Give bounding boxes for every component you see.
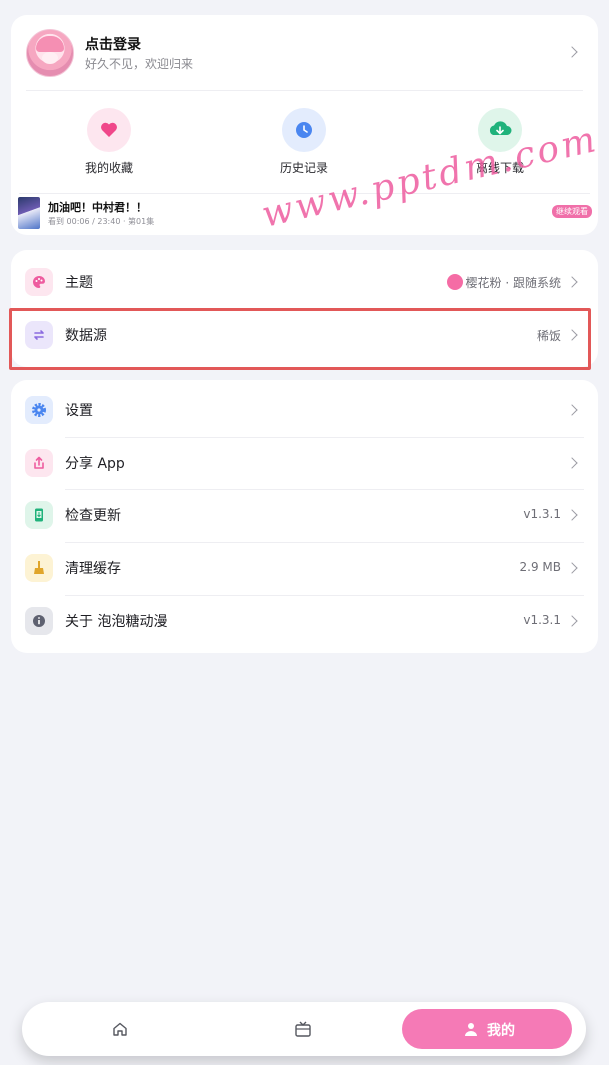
cache-size-value: 2.9 MB xyxy=(519,560,561,574)
chevron-right-icon xyxy=(566,457,578,469)
heart-icon xyxy=(87,108,131,152)
update-icon xyxy=(25,501,53,529)
login-row[interactable]: 点击登录 好久不见，欢迎归来 xyxy=(11,15,598,91)
theme-row[interactable]: 主题 樱花粉 · 跟随系统 xyxy=(11,256,598,308)
chevron-right-icon xyxy=(566,276,578,288)
login-title: 点击登录 xyxy=(85,37,141,53)
about-version-value: v1.3.1 xyxy=(523,613,561,627)
highlight-box xyxy=(9,308,591,370)
chevron-right-icon xyxy=(566,562,578,574)
settings-label: 设置 xyxy=(65,403,93,419)
chevron-right-icon xyxy=(566,615,578,627)
continue-watching-badge[interactable]: 继续观看 xyxy=(552,205,592,218)
theme-swatch xyxy=(447,274,463,290)
chevron-right-icon xyxy=(566,404,578,416)
continue-watching-title: 加油吧！中村君！！ xyxy=(48,201,147,214)
profile-card: 点击登录 好久不见，欢迎归来 我的收藏 历史记录 离线下载 加油吧！中村君！！ … xyxy=(11,15,598,235)
home-icon xyxy=(112,1021,128,1041)
nav-anime[interactable] xyxy=(212,1002,392,1056)
clear-cache-label: 清理缓存 xyxy=(65,561,121,577)
login-subtitle: 好久不见，欢迎归来 xyxy=(85,57,194,71)
settings-row[interactable]: 设置 xyxy=(11,384,598,436)
theme-value: 樱花粉 · 跟随系统 xyxy=(465,276,561,290)
settings-group: 设置 分享 App 检查更新 v1.3.1 清理缓存 2.9 MB 关于 泡泡糖… xyxy=(11,380,598,653)
broom-icon xyxy=(25,554,53,582)
gear-icon xyxy=(25,396,53,424)
check-update-label: 检查更新 xyxy=(65,508,121,524)
favorites-button[interactable]: 我的收藏 xyxy=(49,108,169,176)
clear-cache-row[interactable]: 清理缓存 2.9 MB xyxy=(11,542,598,594)
about-row[interactable]: 关于 泡泡糖动漫 v1.3.1 xyxy=(11,595,598,647)
share-icon xyxy=(25,449,53,477)
nav-home[interactable] xyxy=(32,1002,212,1056)
favorites-label: 我的收藏 xyxy=(84,161,133,175)
nav-me[interactable]: 我的 xyxy=(402,1009,572,1049)
chevron-right-icon xyxy=(566,46,578,58)
share-app-row[interactable]: 分享 App xyxy=(11,437,598,489)
continue-watching-meta: 看到 00:06 / 23:40 · 第01集 xyxy=(48,217,155,226)
history-button[interactable]: 历史记录 xyxy=(244,108,364,176)
divider xyxy=(26,90,583,91)
bottom-nav: 我的 xyxy=(22,1002,586,1056)
offline-download-label: 离线下载 xyxy=(475,161,524,175)
cloud-download-icon xyxy=(478,108,522,152)
theme-label: 主题 xyxy=(65,275,93,291)
tv-icon xyxy=(294,1020,312,1042)
nav-me-label: 我的 xyxy=(487,1023,515,1039)
history-label: 历史记录 xyxy=(279,161,328,175)
about-label: 关于 泡泡糖动漫 xyxy=(65,614,168,630)
share-app-label: 分享 App xyxy=(65,456,125,472)
palette-icon xyxy=(25,268,53,296)
offline-download-button[interactable]: 离线下载 xyxy=(440,108,560,176)
info-icon xyxy=(25,607,53,635)
avatar[interactable] xyxy=(26,29,74,77)
continue-watching-item[interactable]: 加油吧！中村君！！ 看到 00:06 / 23:40 · 第01集 继续观看 xyxy=(11,193,598,235)
user-icon xyxy=(464,1022,478,1040)
chevron-right-icon xyxy=(566,509,578,521)
clock-icon xyxy=(282,108,326,152)
anime-thumbnail xyxy=(18,197,40,229)
version-value: v1.3.1 xyxy=(523,507,561,521)
check-update-row[interactable]: 检查更新 v1.3.1 xyxy=(11,489,598,541)
